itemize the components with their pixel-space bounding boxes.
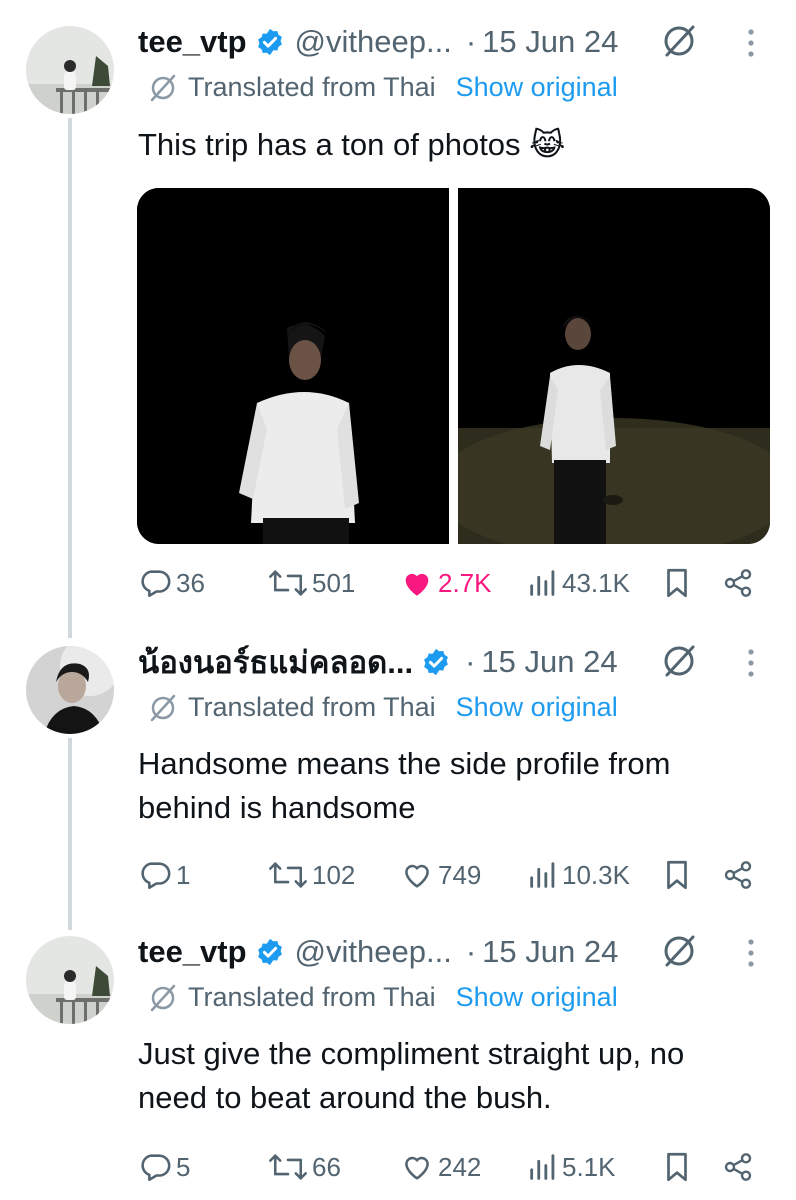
timestamp[interactable]: 15 Jun 24 [482,934,618,970]
repost-icon [269,1154,307,1180]
handle[interactable]: @vitheep... [295,24,452,60]
action-bar: 36 501 2.7K 43.1K [138,566,796,606]
verified-badge-icon [424,648,448,676]
translate-icon [150,74,176,101]
more-icon[interactable] [746,938,756,968]
like-count: 242 [438,1151,482,1182]
reply-button[interactable]: 1 [138,858,190,892]
views-icon [530,570,555,596]
display-name[interactable]: tee_vtp [138,934,247,970]
tweet-text: Just give the compliment straight up, no… [138,1036,685,1115]
like-button[interactable]: 749 [400,858,481,892]
more-icon[interactable] [746,28,756,58]
views-count: 43.1K [562,567,630,598]
repost-count: 501 [312,567,356,598]
photo-1[interactable] [137,188,449,544]
repost-button[interactable]: 102 [268,858,355,892]
display-name[interactable]: tee_vtp [138,24,247,60]
tweet-text: This trip has a ton of photos 😹 [138,127,566,162]
views-count: 10.3K [562,859,630,890]
timestamp[interactable]: 15 Jun 24 [482,24,618,60]
media-grid [137,188,770,544]
show-original-link[interactable]: Show original [456,692,618,723]
like-icon [405,573,429,596]
views-icon [530,862,555,888]
tweet-text: Handsome means the side profile from beh… [138,746,671,825]
repost-icon [269,862,307,888]
reply-count: 5 [176,1151,191,1182]
views-icon [530,1154,555,1180]
translation-notice: Translated from Thai Show original [148,982,618,1013]
grok-icon[interactable] [660,642,698,680]
repost-button[interactable]: 501 [268,566,355,600]
translate-icon [150,694,176,721]
like-count: 749 [438,859,482,890]
avatar[interactable] [26,936,114,1024]
repost-count: 102 [312,859,356,890]
action-bar: 1 102 749 10.3K [138,858,796,898]
repost-icon [269,570,307,596]
reply-count: 36 [176,567,205,598]
verified-badge-icon [257,28,282,56]
show-original-link[interactable]: Show original [456,982,618,1013]
separator-dot: · [465,24,477,59]
repost-button[interactable]: 66 [268,1150,341,1184]
avatar[interactable] [26,646,114,734]
translated-label: Translated from Thai [188,692,436,722]
bookmark-icon[interactable] [662,858,692,892]
reply-button[interactable]: 5 [138,1150,190,1184]
views-count: 5.1K [562,1151,616,1182]
action-bar: 5 66 242 5.1K [138,1150,796,1190]
like-icon [405,864,429,888]
like-icon [405,1156,429,1180]
timestamp[interactable]: 15 Jun 24 [481,644,617,680]
display-name[interactable]: น้องนอร์ธแม่คลอด... [138,637,413,687]
reply-icon [141,570,171,598]
more-icon[interactable] [746,648,756,678]
share-icon[interactable] [722,858,754,892]
grok-icon[interactable] [660,22,698,60]
share-icon[interactable] [722,566,754,600]
reply-count: 1 [176,859,191,890]
bookmark-icon[interactable] [662,566,692,600]
translation-notice: Translated from Thai Show original [148,692,618,723]
views-button[interactable]: 5.1K [528,1150,616,1184]
views-button[interactable]: 43.1K [528,566,630,600]
grok-icon[interactable] [660,932,698,970]
views-button[interactable]: 10.3K [528,858,630,892]
handle[interactable]: @vitheep... [295,934,452,970]
translated-label: Translated from Thai [188,982,436,1012]
show-original-link[interactable]: Show original [456,72,618,103]
reply-icon [141,1154,171,1182]
translated-label: Translated from Thai [188,72,436,102]
like-button[interactable]: 242 [400,1150,481,1184]
avatar[interactable] [26,26,114,114]
reply-icon [141,862,171,890]
translation-notice: Translated from Thai Show original [148,72,618,103]
translate-icon [150,984,176,1011]
reply-button[interactable]: 36 [138,566,205,600]
bookmark-icon[interactable] [662,1150,692,1184]
separator-dot: · [465,644,476,679]
share-icon[interactable] [722,1150,754,1184]
photo-2[interactable] [458,188,770,544]
verified-badge-icon [257,938,282,966]
like-count: 2.7K [438,567,492,598]
like-button[interactable]: 2.7K [400,566,492,600]
separator-dot: · [465,934,477,969]
repost-count: 66 [312,1151,341,1182]
